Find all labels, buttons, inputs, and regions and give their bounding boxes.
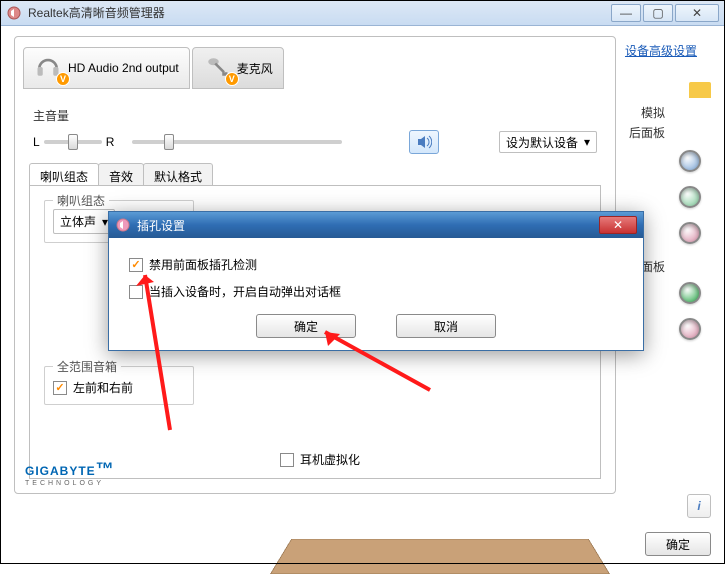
speaker-layout-combo[interactable]: 立体声 ▾ [53, 209, 115, 234]
sound-icon [416, 134, 432, 150]
balance-left: L [33, 135, 40, 149]
check-lr-label: 左前和右前 [73, 379, 133, 396]
headphone-virt-label: 耳机虚拟化 [300, 451, 360, 468]
check-headphone-virt[interactable]: 耳机虚拟化 [280, 451, 360, 468]
checkbox-icon [129, 285, 143, 299]
maximize-button[interactable]: ▢ [643, 4, 673, 22]
check-left-right[interactable]: 左前和右前 [53, 379, 185, 396]
minimize-button[interactable]: — [611, 4, 641, 22]
tab-mic-label: 麦克风 [237, 60, 273, 77]
jack-blue[interactable] [679, 150, 701, 172]
balance-slider[interactable]: L R [33, 135, 114, 149]
speaker-icon [6, 5, 22, 21]
jack-front-green[interactable] [679, 282, 701, 304]
modal-titlebar: 插孔设置 ✕ [109, 212, 643, 238]
device-tabs: V HD Audio 2nd output V 麦克风 [23, 47, 286, 89]
balance-right: R [106, 135, 115, 149]
analog-label: 模拟 [641, 104, 665, 121]
dropdown-label: 设为默认设备 [506, 134, 578, 151]
jack-pink[interactable] [679, 222, 701, 244]
back-panel-label: 后面板 [629, 124, 665, 141]
badge-v-icon: V [225, 72, 239, 86]
default-device-dropdown[interactable]: 设为默认设备 ▾ [499, 131, 597, 153]
modal-close-button[interactable]: ✕ [599, 216, 637, 234]
brand-sub: TECHNOLOGY [25, 480, 115, 487]
checkbox-icon [280, 453, 294, 467]
volume-section: 主音量 L R 设为默认设备 ▾ [33, 107, 597, 154]
modal-cancel-button[interactable]: 取消 [396, 314, 496, 338]
window-title: Realtek高清晰音频管理器 [28, 4, 609, 21]
titlebar: Realtek高清晰音频管理器 — ▢ ✕ [0, 0, 725, 26]
check2-label: 当插入设备时，开启自动弹出对话框 [149, 283, 341, 300]
advanced-settings-link[interactable]: 设备高级设置 [625, 42, 697, 59]
room-visualization [270, 354, 610, 584]
volume-label: 主音量 [33, 107, 597, 124]
jack-green[interactable] [679, 186, 701, 208]
brand-text: GIGABYTE [25, 464, 96, 478]
modal-title: 插孔设置 [137, 217, 599, 234]
modal-ok-button[interactable]: 确定 [256, 314, 356, 338]
chevron-down-icon: ▾ [584, 135, 590, 149]
brand-logo: GIGABYTE™ TECHNOLOGY [25, 459, 115, 487]
fullrange-legend: 全范围音箱 [53, 358, 121, 375]
close-button[interactable]: ✕ [675, 4, 719, 22]
jack-settings-dialog: 插孔设置 ✕ 禁用前面板插孔检测 当插入设备时，开启自动弹出对话框 确定 取消 [108, 211, 644, 351]
jack-front-pink[interactable] [679, 318, 701, 340]
checkbox-icon [129, 258, 143, 272]
check1-label: 禁用前面板插孔检测 [149, 256, 257, 273]
folder-icon[interactable] [689, 82, 711, 98]
info-button[interactable]: i [687, 494, 711, 518]
sound-test-button[interactable] [409, 130, 439, 154]
speaker-icon [115, 217, 131, 233]
check-auto-popup[interactable]: 当插入设备时，开启自动弹出对话框 [129, 283, 623, 300]
check-disable-front-jack[interactable]: 禁用前面板插孔检测 [129, 256, 623, 273]
volume-slider[interactable] [132, 140, 342, 144]
tab-microphone[interactable]: V 麦克风 [192, 47, 284, 89]
speaker-config-legend: 喇叭组态 [53, 192, 109, 209]
tab-hd-audio-label: HD Audio 2nd output [68, 61, 179, 75]
checkbox-icon [53, 381, 67, 395]
badge-v-icon: V [56, 72, 70, 86]
combo-value: 立体声 [60, 213, 96, 230]
tab-hd-audio[interactable]: V HD Audio 2nd output [23, 47, 190, 89]
main-ok-button[interactable]: 确定 [645, 532, 711, 556]
